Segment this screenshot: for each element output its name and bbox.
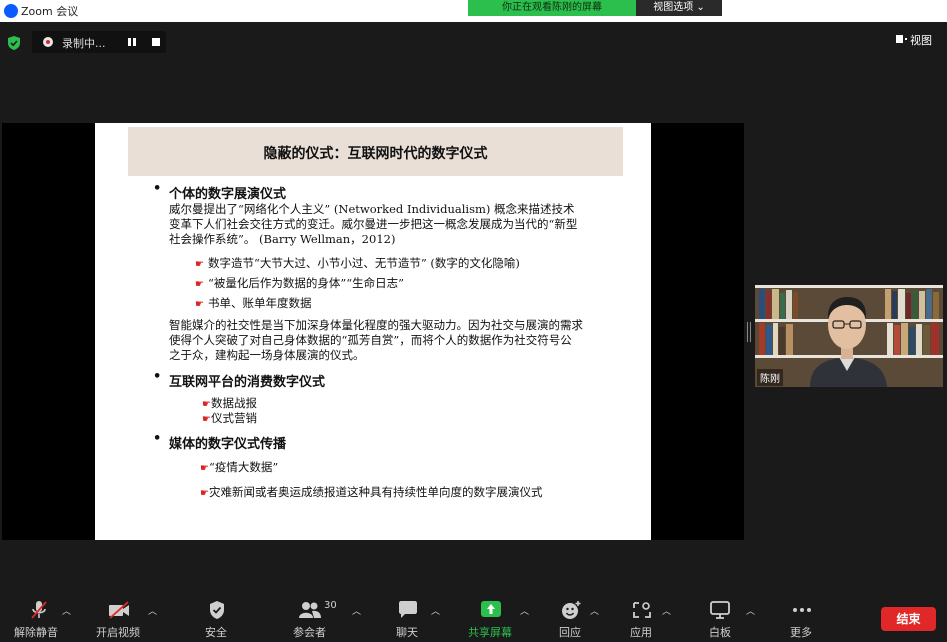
video-options-caret-icon[interactable]: ︿ [148,604,157,617]
section-paragraph-line: 威尔曼提出了“网络化个人主义” (Networked Individualism… [169,202,575,216]
whiteboard-options-caret-icon[interactable]: ︿ [746,604,755,617]
shared-slide: 隐蔽的仪式：互联网时代的数字仪式 • 个体的数字展演仪式 威尔曼提出了“网络化个… [95,123,651,540]
view-options-button[interactable]: 视图选项 ⌄ [636,0,722,16]
list-item: ☛ 数字造节“大节大过、小节小过、无节造节” (数字的文化隐喻) [195,256,520,270]
viewing-banner: 你正在观看陈刚的屏幕 视图选项 ⌄ [468,0,722,16]
section-paragraph-line: 社会操作系统”。 (Barry Wellman，2012) [169,232,396,246]
share-options-caret-icon[interactable]: ︿ [520,604,529,617]
section-paragraph-line: 之于众，建构起一场身体展演的仪式。 [169,348,365,362]
security-label: 安全 [205,626,227,639]
apps-icon [633,602,651,618]
start-video-label: 开启视频 [96,626,140,639]
whiteboard-button[interactable]: ︿ 白板 [706,596,762,642]
recording-indicator: 录制中... [32,31,166,53]
section-heading: 媒体的数字仪式传播 [169,437,287,452]
microphone-muted-icon [31,601,47,619]
whiteboard-icon [710,601,730,619]
pointing-hand-icon: ☛ [202,414,211,425]
section-heading: 个体的数字展演仪式 [169,187,287,202]
section-paragraph-line: 使得个人突破了对自己身体数据的“孤芳自赏”，而将个人的数据作为社交符号公 [169,333,572,347]
security-button[interactable]: 安全 [194,596,240,642]
list-item: ☛仪式营销 [202,411,257,425]
chat-bubble-icon [399,601,417,618]
participant-name: 陈刚 [757,369,783,386]
recording-dot-icon [43,37,53,47]
more-button[interactable]: 更多 [788,596,818,642]
start-video-button[interactable]: ︿ 开启视频 [96,596,166,642]
pointing-hand-icon: ☛ [200,488,209,499]
share-screen-label: 共享屏幕 [468,626,512,639]
zoom-logo-icon [4,4,18,18]
chat-button[interactable]: ︿ 聊天 [394,596,446,642]
audio-options-caret-icon[interactable]: ︿ [62,604,71,617]
chat-options-caret-icon[interactable]: ︿ [431,604,440,617]
participants-button[interactable]: 30 ︿ 参会者 [290,596,370,642]
slide-title: 隐蔽的仪式：互联网时代的数字仪式 [263,146,488,162]
pointing-hand-icon: ☛ [200,463,209,474]
share-screen-button[interactable]: ︿ 共享屏幕 [466,596,536,642]
list-item: ☛数据战报 [202,396,257,410]
list-item: ☛ “被量化后作为数据的身体”“生命日志” [195,276,404,290]
pointing-hand-icon: ☛ [195,259,204,270]
encryption-shield-icon[interactable] [8,36,20,50]
stop-recording-icon[interactable] [152,38,160,46]
participant-video-image [755,285,943,387]
view-layout-icon [896,35,907,43]
list-item: ☛ 书单、账单年度数据 [195,296,312,310]
view-button-label: 视图 [910,34,932,47]
apps-options-caret-icon[interactable]: ︿ [662,604,671,617]
apps-button[interactable]: ︿ 应用 [628,596,678,642]
bullet-dot: • [153,181,162,196]
meeting-toolbar: ︿ 解除静音 ︿ 开启视频 安全 30 ︿ 参会者 ︿ 聊天 ︿ 共享屏幕 ︿ … [0,596,947,642]
recording-label: 录制中... [62,37,106,50]
chat-label: 聊天 [396,626,418,639]
section-paragraph-line: 智能媒介的社交性是当下加深身体量化程度的强大驱动力。因为社交与展演的需求 [169,318,583,332]
unmute-button[interactable]: ︿ 解除静音 [0,596,78,642]
participants-options-caret-icon[interactable]: ︿ [352,604,361,617]
section-paragraph-line: 变革下人们社会交往方式的变迁。威尔曼进一步把这一概念发展成为当代的“新型 [169,217,578,231]
unmute-label: 解除静音 [14,626,58,639]
end-meeting-button[interactable]: 结束 [881,607,936,631]
view-button[interactable]: 视图 [892,31,938,49]
reaction-smiley-icon [562,601,581,619]
reactions-options-caret-icon[interactable]: ︿ [590,604,599,617]
participants-label: 参会者 [293,626,326,639]
pointing-hand-icon: ☛ [195,279,204,290]
list-item: ☛灾难新闻或者奥运成绩报道这种具有持续性单向度的数字展演仪式 [200,485,543,499]
video-camera-off-icon [109,601,129,619]
window-title: Zoom 会议 [21,5,79,18]
share-screen-icon [481,601,501,617]
whiteboard-label: 白板 [709,626,731,639]
section-heading: 互联网平台的消费数字仪式 [169,375,326,390]
bullet-dot: • [153,369,162,384]
more-label: 更多 [790,626,812,639]
list-item: ☛“疫情大数据” [200,460,279,474]
reactions-button[interactable]: ︿ 回应 [556,596,606,642]
viewing-message: 你正在观看陈刚的屏幕 [468,0,636,16]
participant-video-tile[interactable]: 陈刚 [755,285,943,387]
bullet-dot: • [153,431,162,446]
slide-title-bar: 隐蔽的仪式：互联网时代的数字仪式 [128,127,623,176]
participants-icon [299,602,321,618]
more-dots-icon [793,608,811,612]
security-shield-icon [210,601,224,619]
panel-resize-handle[interactable] [747,322,751,342]
participants-count: 30 [324,600,337,611]
pointing-hand-icon: ☛ [195,299,204,310]
pointing-hand-icon: ☛ [202,399,211,410]
pause-recording-icon[interactable] [128,38,137,46]
apps-label: 应用 [630,626,652,639]
reactions-label: 回应 [559,626,581,639]
